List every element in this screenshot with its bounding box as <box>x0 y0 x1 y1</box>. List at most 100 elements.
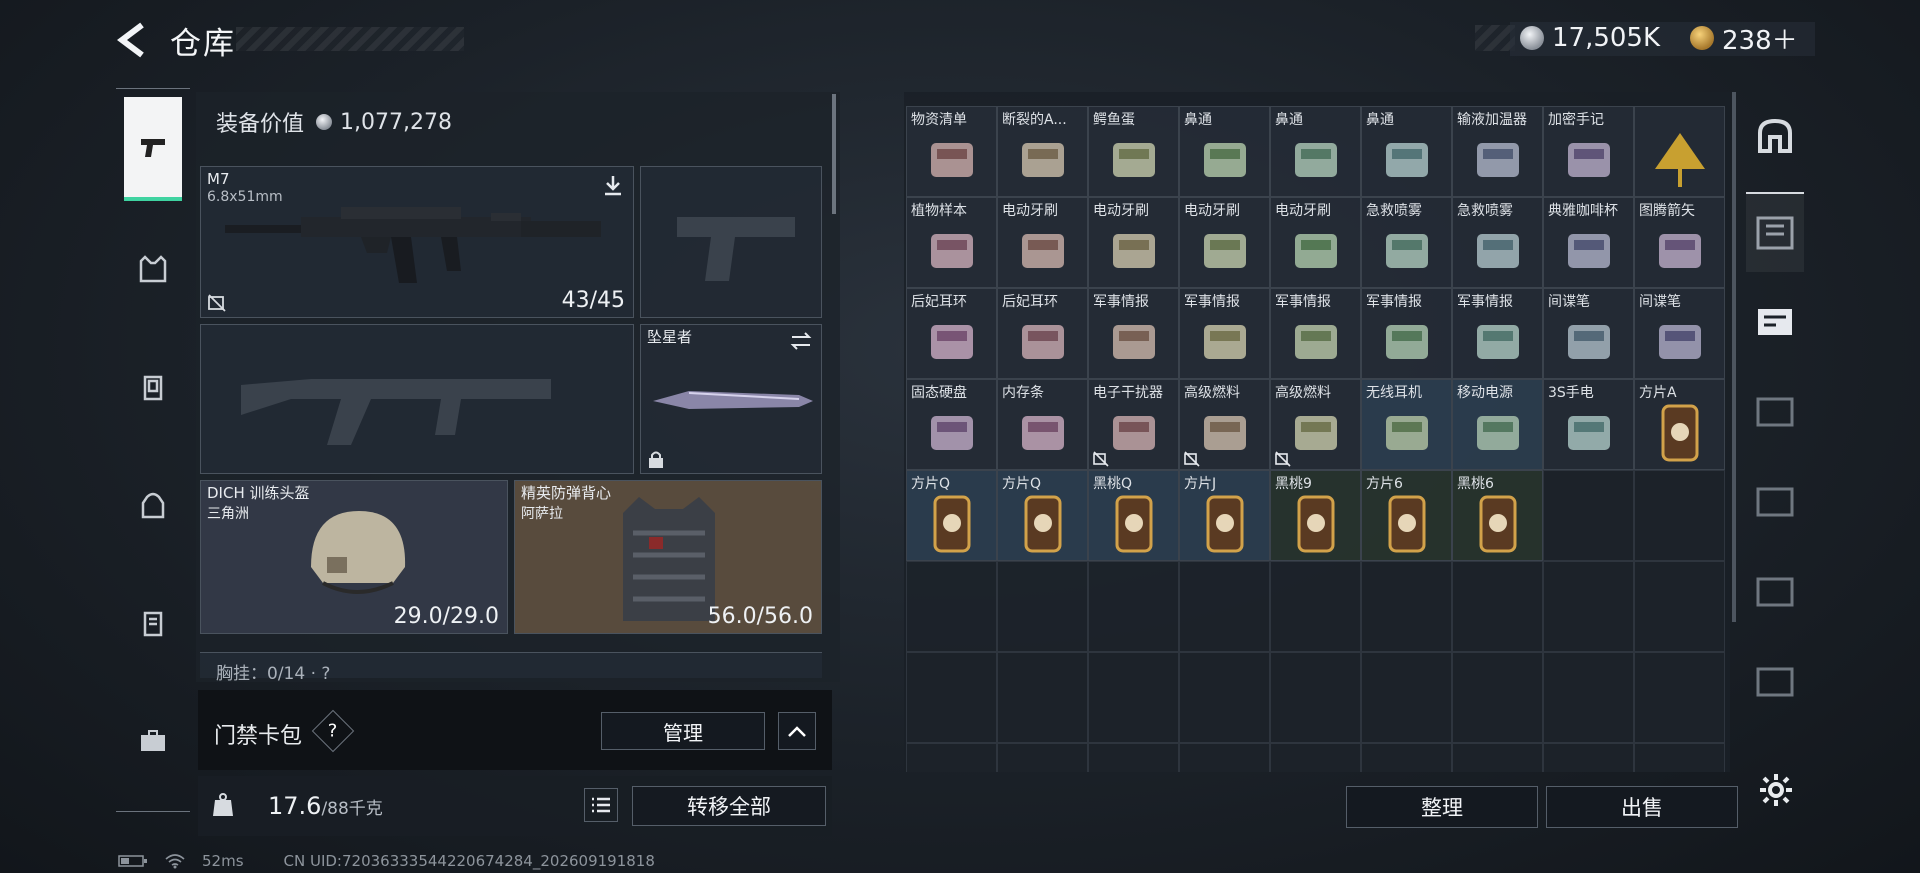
storage-item[interactable]: 军事情报 <box>1452 288 1543 379</box>
settings-button[interactable] <box>1756 770 1796 810</box>
storage-item[interactable]: 黑桃9 <box>1270 470 1361 561</box>
empty-slot[interactable] <box>1452 561 1543 652</box>
rnav-storage-4[interactable] <box>1746 462 1804 542</box>
nav-backpack[interactable] <box>124 453 182 557</box>
empty-slot[interactable] <box>1634 561 1725 652</box>
secondary-weapon-slot[interactable] <box>200 324 634 474</box>
gold-currency[interactable]: 238＋ <box>1690 18 1798 58</box>
storage-item[interactable]: 典雅咖啡杯 <box>1543 197 1634 288</box>
rnav-storage-5[interactable] <box>1746 552 1804 632</box>
pistol-slot[interactable] <box>640 166 822 318</box>
rnav-home[interactable] <box>1746 96 1804 176</box>
storage-item[interactable]: 内存条 <box>997 379 1088 470</box>
storage-item[interactable] <box>1634 106 1725 197</box>
collapse-button[interactable] <box>778 712 816 750</box>
empty-slot[interactable] <box>1179 652 1270 743</box>
empty-slot[interactable] <box>1634 743 1725 772</box>
empty-slot[interactable] <box>1179 561 1270 652</box>
empty-slot[interactable] <box>906 561 997 652</box>
empty-slot[interactable] <box>1452 652 1543 743</box>
storage-item[interactable]: 图腾箭矢 <box>1634 197 1725 288</box>
storage-item[interactable]: 军事情报 <box>1270 288 1361 379</box>
storage-item[interactable]: 输液加温器 <box>1452 106 1543 197</box>
equipment-scrollbar[interactable] <box>832 94 836 214</box>
storage-item[interactable]: 高级燃料 <box>1179 379 1270 470</box>
back-button[interactable] <box>112 18 152 62</box>
empty-slot[interactable] <box>1270 561 1361 652</box>
rnav-storage-1[interactable] <box>1746 192 1804 272</box>
help-icon[interactable]: ? <box>311 709 355 753</box>
empty-slot[interactable] <box>1543 470 1634 561</box>
melee-slot[interactable]: 坠星者 <box>640 324 822 474</box>
storage-item[interactable]: 断裂的A... <box>997 106 1088 197</box>
storage-item[interactable]: 军事情报 <box>1088 288 1179 379</box>
nav-toolbox[interactable] <box>124 689 182 793</box>
swap-icon[interactable] <box>789 331 813 351</box>
primary-weapon-slot[interactable]: M7 6.8x51mm 43/45 <box>200 166 634 318</box>
empty-slot[interactable] <box>1088 743 1179 772</box>
empty-slot[interactable] <box>1088 561 1179 652</box>
storage-item[interactable]: 间谍笔 <box>1543 288 1634 379</box>
empty-slot[interactable] <box>1543 652 1634 743</box>
storage-item[interactable]: 固态硬盘 <box>906 379 997 470</box>
empty-slot[interactable] <box>997 561 1088 652</box>
storage-item[interactable]: 方片Q <box>997 470 1088 561</box>
nav-case[interactable] <box>124 571 182 675</box>
download-icon[interactable] <box>601 173 625 197</box>
sort-button[interactable]: 整理 <box>1346 786 1538 828</box>
rig-row[interactable]: 胸挂：0/14 · ? <box>200 652 822 684</box>
empty-slot[interactable] <box>1088 652 1179 743</box>
empty-slot[interactable] <box>1361 743 1452 772</box>
storage-item[interactable]: 物资清单 <box>906 106 997 197</box>
empty-slot[interactable] <box>997 652 1088 743</box>
storage-item[interactable]: 间谍笔 <box>1634 288 1725 379</box>
transfer-all-button[interactable]: 转移全部 <box>632 786 826 826</box>
rnav-storage-6[interactable] <box>1746 642 1804 722</box>
storage-item[interactable]: 鳄鱼蛋 <box>1088 106 1179 197</box>
storage-item[interactable]: 急救喷雾 <box>1452 197 1543 288</box>
storage-item[interactable]: 电动牙刷 <box>1270 197 1361 288</box>
storage-item[interactable]: 电动牙刷 <box>1179 197 1270 288</box>
empty-slot[interactable] <box>1179 743 1270 772</box>
storage-item[interactable]: 电动牙刷 <box>997 197 1088 288</box>
storage-item[interactable]: 电动牙刷 <box>1088 197 1179 288</box>
storage-item[interactable]: 方片J <box>1179 470 1270 561</box>
storage-item[interactable]: 加密手记 <box>1543 106 1634 197</box>
storage-item[interactable]: 移动电源 <box>1452 379 1543 470</box>
empty-slot[interactable] <box>906 652 997 743</box>
storage-item[interactable]: 黑桃Q <box>1088 470 1179 561</box>
storage-item[interactable]: 方片Q <box>906 470 997 561</box>
empty-slot[interactable] <box>1634 652 1725 743</box>
storage-item[interactable]: 后妃耳环 <box>997 288 1088 379</box>
empty-slot[interactable] <box>1543 561 1634 652</box>
nav-weapons[interactable] <box>124 97 182 201</box>
storage-item[interactable]: 黑桃6 <box>1452 470 1543 561</box>
storage-item[interactable]: 军事情报 <box>1179 288 1270 379</box>
rnav-storage-3[interactable] <box>1746 372 1804 452</box>
empty-slot[interactable] <box>1543 743 1634 772</box>
empty-slot[interactable] <box>1452 743 1543 772</box>
storage-item[interactable]: 方片A <box>1634 379 1725 470</box>
storage-item[interactable]: 后妃耳环 <box>906 288 997 379</box>
storage-item[interactable]: 鼻通 <box>1270 106 1361 197</box>
storage-item[interactable]: 鼻通 <box>1179 106 1270 197</box>
sell-button[interactable]: 出售 <box>1546 786 1738 828</box>
storage-item[interactable]: 急救喷雾 <box>1361 197 1452 288</box>
storage-item[interactable]: 方片6 <box>1361 470 1452 561</box>
empty-slot[interactable] <box>1270 652 1361 743</box>
storage-scrollbar[interactable] <box>1732 92 1736 622</box>
nav-rig[interactable] <box>124 217 182 321</box>
empty-slot[interactable] <box>1270 743 1361 772</box>
storage-item[interactable]: 3S手电 <box>1543 379 1634 470</box>
empty-slot[interactable] <box>906 743 997 772</box>
empty-slot[interactable] <box>1361 652 1452 743</box>
storage-item[interactable]: 植物样本 <box>906 197 997 288</box>
list-view-button[interactable] <box>584 788 618 822</box>
helmet-slot[interactable]: DICH 训练头盔 三角洲 29.0/29.0 <box>200 480 508 634</box>
storage-item[interactable]: 电子干扰器 <box>1088 379 1179 470</box>
manage-button[interactable]: 管理 <box>601 712 765 750</box>
storage-item[interactable]: 高级燃料 <box>1270 379 1361 470</box>
storage-item[interactable]: 鼻通 <box>1361 106 1452 197</box>
rnav-storage-2[interactable] <box>1746 282 1804 362</box>
empty-slot[interactable] <box>1361 561 1452 652</box>
